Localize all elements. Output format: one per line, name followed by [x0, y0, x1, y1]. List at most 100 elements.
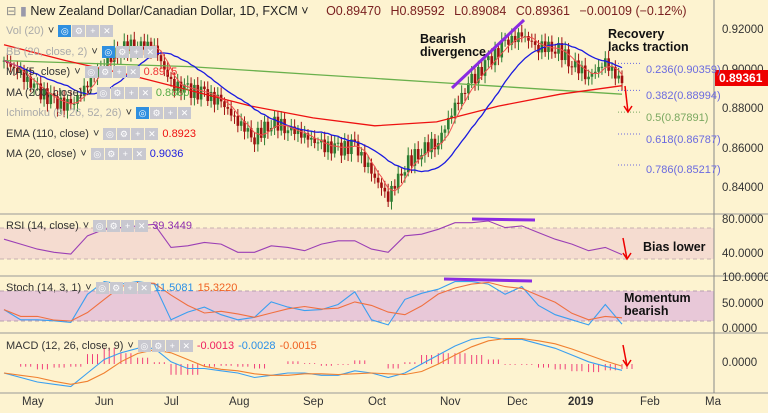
chevron-down-icon[interactable]: ˅ [85, 282, 91, 294]
divergence-line-stoch [443, 277, 533, 283]
legend-row: BB (20, close, 2) ˅ ◎ ⚙ + ✕ [6, 45, 161, 58]
stoch-buttons[interactable]: ◎ ⚙ + ✕ [95, 282, 151, 294]
candle-body [266, 121, 270, 132]
fib-label: 0.5(0.87891) [646, 112, 709, 124]
chevron-down-icon[interactable]: ˅ [298, 4, 308, 18]
price-tick: 0.84000 [722, 182, 764, 194]
candle-body [376, 177, 380, 183]
ohlc-close: C0.89361 [515, 4, 571, 18]
month-label: May [22, 396, 44, 408]
candle-body [323, 139, 326, 153]
candle-body [583, 65, 587, 80]
stoch-tick: 0.0000 [722, 323, 758, 335]
candle-body [310, 137, 313, 140]
legend-buttons[interactable]: ◎ ⚙ + ✕ [58, 25, 114, 37]
chevron-down-icon[interactable]: ˅ [126, 107, 132, 119]
divergence-line-rsi [471, 217, 536, 222]
macd-legend: MACD (12, 26, close, 9) ˅ ◎ ⚙ + ✕ -0.0013 -0.00… [6, 340, 317, 352]
candle-body [610, 66, 614, 71]
candle-body [229, 108, 233, 116]
legend-buttons[interactable]: ◎ ⚙ + ✕ [90, 148, 146, 160]
candle-body [553, 51, 557, 54]
candle-body [587, 76, 590, 80]
candle-body [383, 187, 387, 192]
legend-value: 0.9036 [149, 148, 184, 160]
month-label: Sep [303, 396, 324, 408]
annotation-recovery: Recovery lacks traction [608, 27, 689, 54]
macd-hist-value: -0.0013 [196, 340, 235, 352]
chevron-down-icon[interactable]: ˅ [93, 128, 99, 140]
candle-body [373, 173, 377, 178]
candle-body [533, 41, 537, 45]
candle-body [393, 185, 397, 189]
chart-header: ⊟ ▮ New Zealand Dollar/Canadian Dollar, … [6, 3, 687, 18]
candle-body [380, 182, 383, 188]
stoch-tick: 100.0000 [722, 272, 768, 284]
legend-label[interactable]: Vol (20) [6, 25, 44, 37]
legend-value: 0.8923 [162, 127, 197, 140]
month-label: Jun [95, 396, 114, 408]
chevron-down-icon[interactable]: ˅ [83, 220, 89, 232]
symbol-flag-icon: ▮ [19, 4, 31, 18]
rsi-buttons[interactable]: ◎ ⚙ + ✕ [93, 220, 149, 232]
legend-row: MA (200, close) ˅ ◎ ⚙ + ✕ 0.8880 [6, 86, 190, 99]
legend-buttons[interactable]: ◎ ⚙ + ✕ [136, 107, 191, 119]
legend-label[interactable]: MA (20, close) [6, 148, 76, 160]
stoch-tick: 50.0000 [722, 298, 764, 310]
legend-buttons[interactable]: ◎ ⚙ + ✕ [96, 86, 152, 99]
candle-body [620, 75, 624, 84]
legend-buttons[interactable]: ◎ ⚙ + ✕ [103, 127, 159, 140]
month-label: 2019 [568, 396, 594, 408]
rsi-label[interactable]: RSI (14, close) [6, 220, 79, 232]
legend-label[interactable]: MA (5, close) [6, 66, 70, 78]
current-price-badge: 0.89361 [715, 70, 768, 86]
ohlc-high: H0.89592 [390, 4, 445, 18]
stoch-legend: Stoch (14, 3, 1) ˅ ◎ ⚙ + ✕ 11.5081 15.3220 [6, 282, 237, 294]
collapse-icon[interactable]: ⊟ [6, 4, 20, 18]
candle-body [453, 102, 457, 116]
macd-label[interactable]: MACD (12, 26, close, 9) [6, 340, 123, 352]
candle-body [316, 142, 320, 144]
candle-body [470, 73, 473, 84]
chevron-down-icon[interactable]: ˅ [86, 87, 92, 99]
candle-body [416, 149, 420, 160]
candle-body [400, 173, 403, 176]
candle-body [239, 121, 243, 126]
chevron-down-icon[interactable]: ˅ [74, 66, 80, 78]
candle-body [246, 128, 250, 132]
legend-label[interactable]: Ichimoku (9, 26, 52, 26) [6, 107, 122, 119]
month-label: Feb [640, 396, 660, 408]
candle-body [333, 143, 337, 154]
candle-body [72, 103, 76, 105]
symbol-title[interactable]: New Zealand Dollar/Canadian Dollar, 1D, … [30, 4, 297, 18]
legend-label[interactable]: MA (200, close) [6, 87, 82, 99]
candle-body [537, 44, 540, 53]
candle-body [286, 130, 290, 134]
legend-label[interactable]: EMA (110, close) [6, 128, 89, 140]
chevron-down-icon[interactable]: ˅ [127, 340, 133, 352]
candle-body [600, 66, 604, 68]
legend-label[interactable]: BB (20, close, 2) [6, 46, 87, 58]
candle-body [256, 127, 260, 145]
candle-body [540, 41, 544, 53]
chevron-down-icon[interactable]: ˅ [80, 148, 86, 160]
candle-body [560, 43, 564, 61]
legend-buttons[interactable]: ◎ ⚙ + ✕ [84, 66, 140, 78]
candle-body [410, 155, 413, 166]
legend-row: Vol (20) ˅ ◎ ⚙ + ✕ [6, 25, 117, 37]
legend-buttons[interactable]: ◎ ⚙ + ✕ [101, 45, 157, 58]
rsi-legend: RSI (14, close) ˅ ◎ ⚙ + ✕ 39.3449 [6, 220, 192, 232]
chevron-down-icon[interactable]: ˅ [48, 25, 54, 37]
candle-body [343, 141, 347, 156]
stoch-label[interactable]: Stoch (14, 3, 1) [6, 282, 81, 294]
annotation-momentum: Momentum bearish [624, 291, 691, 318]
candle-body [223, 101, 226, 108]
chevron-down-icon[interactable]: ˅ [91, 46, 97, 58]
fib-label: 0.382(0.88994) [646, 90, 721, 102]
macd-buttons[interactable]: ◎ ⚙ + ✕ [137, 340, 193, 352]
candle-body [507, 39, 510, 45]
ohlc-open: O0.89470 [326, 4, 381, 18]
price-tick: 0.92000 [722, 24, 764, 36]
candle-body [390, 185, 393, 202]
month-label: Nov [440, 396, 461, 408]
